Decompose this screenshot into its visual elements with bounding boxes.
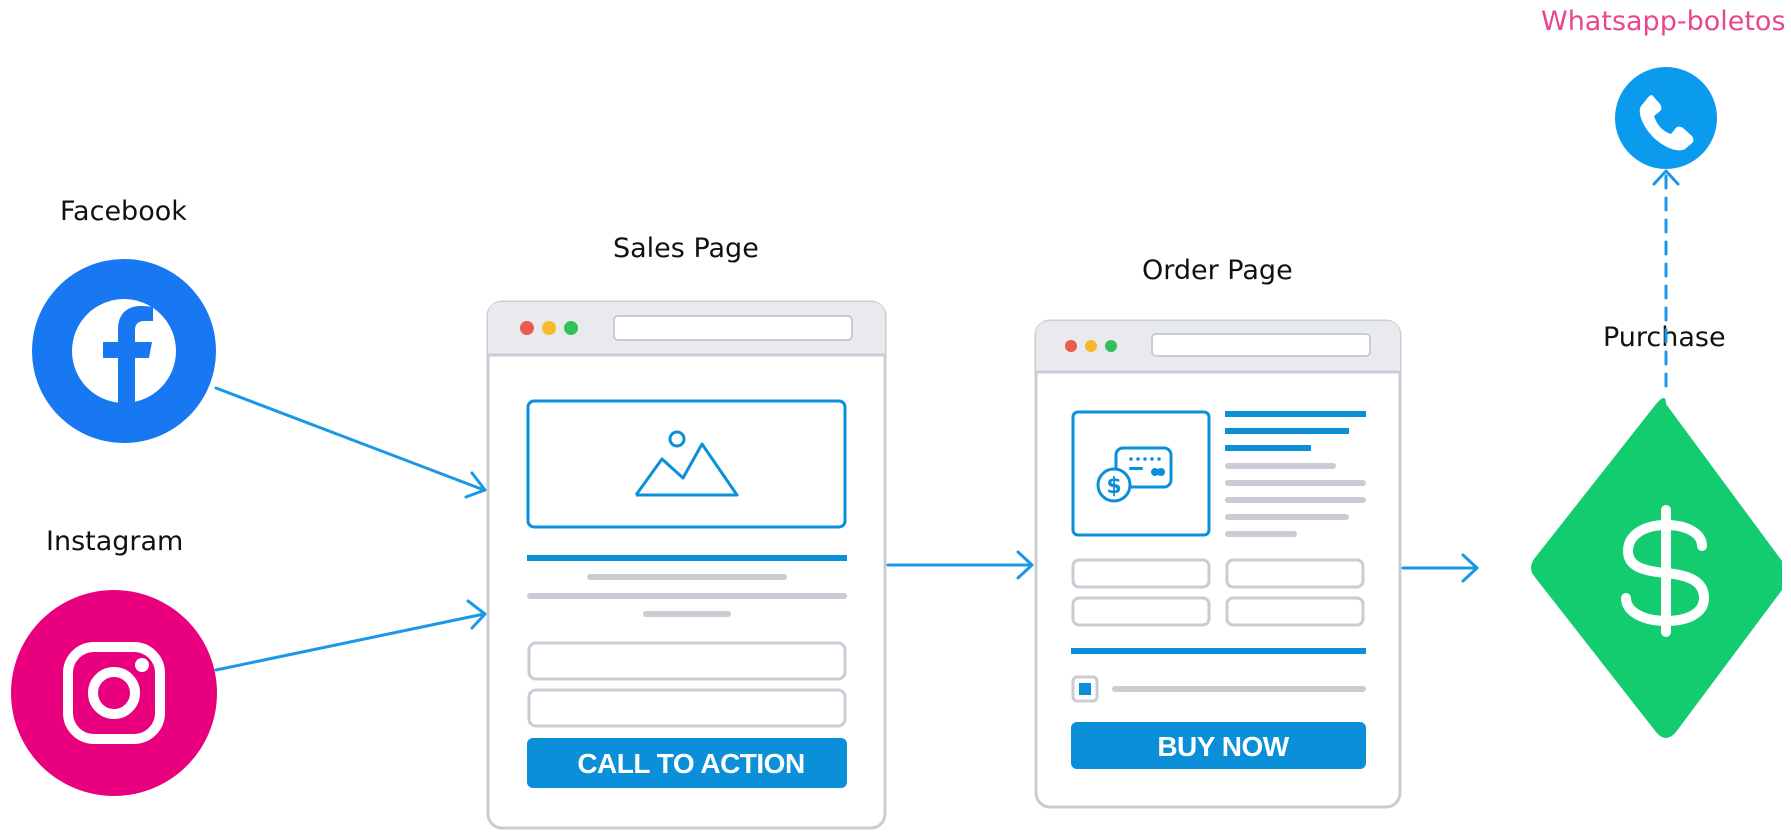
order-page-window: $ BUY NOW bbox=[1034, 319, 1402, 809]
sales-page-window: CALL TO ACTION bbox=[486, 300, 887, 830]
sales-form-field[interactable] bbox=[527, 688, 847, 728]
terms-checkbox[interactable] bbox=[1071, 675, 1099, 703]
window-close-dot bbox=[1065, 340, 1077, 352]
edge-sales-to-order bbox=[886, 550, 1034, 580]
window-minimize-dot bbox=[1085, 340, 1097, 352]
address-bar bbox=[613, 315, 853, 341]
buy-now-button[interactable]: BUY NOW bbox=[1071, 722, 1366, 769]
edge-instagram-to-sales bbox=[214, 599, 487, 672]
order-form-field[interactable] bbox=[1071, 558, 1211, 589]
address-bar bbox=[1151, 333, 1371, 357]
order-form-field[interactable] bbox=[1225, 558, 1365, 589]
window-maximize-dot bbox=[1105, 340, 1117, 352]
purchase-node bbox=[1531, 398, 1782, 738]
order-form-field[interactable] bbox=[1225, 596, 1365, 627]
window-close-dot bbox=[520, 321, 534, 335]
sales-form-field[interactable] bbox=[527, 641, 847, 681]
order-form-field[interactable] bbox=[1071, 596, 1211, 627]
call-to-action-label: CALL TO ACTION bbox=[577, 748, 804, 779]
edge-purchase-to-whatsapp bbox=[1652, 169, 1680, 388]
diagram-canvas: CALL TO ACTION $ BUY NOW bbox=[11, 67, 1782, 830]
call-to-action-button[interactable]: CALL TO ACTION bbox=[527, 738, 847, 788]
funnel-diagram: Facebook Instagram Sales Page Order Page… bbox=[0, 0, 1791, 832]
edge-facebook-to-sales bbox=[214, 386, 487, 499]
edge-order-to-purchase bbox=[1401, 553, 1479, 583]
buy-now-label: BUY NOW bbox=[1157, 731, 1289, 762]
svg-text:$: $ bbox=[1106, 474, 1121, 499]
instagram-node bbox=[11, 590, 217, 796]
window-minimize-dot bbox=[542, 321, 556, 335]
whatsapp-node bbox=[1615, 67, 1717, 169]
facebook-node bbox=[32, 259, 216, 443]
window-maximize-dot bbox=[564, 321, 578, 335]
